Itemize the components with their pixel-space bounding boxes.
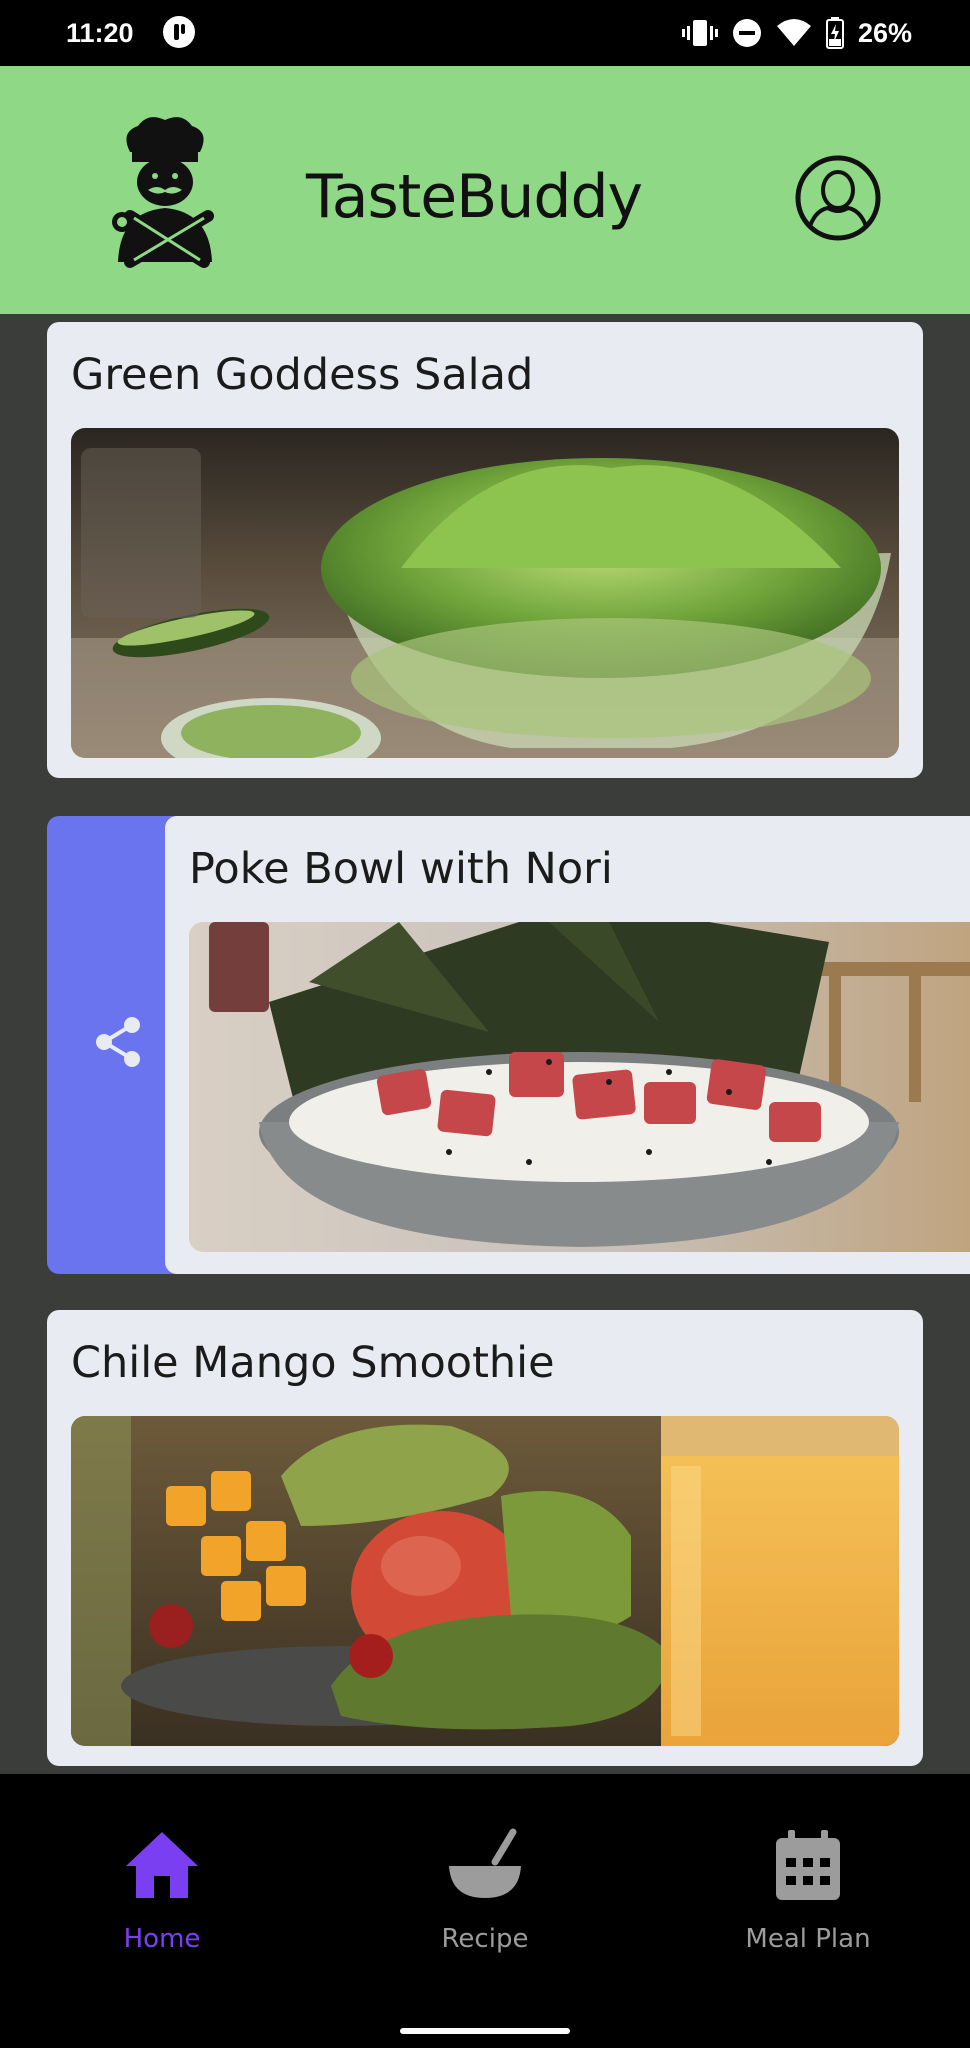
recipe-card[interactable]: Chile Mango Smoothie bbox=[47, 1310, 923, 1766]
recipe-card[interactable]: Poke Bowl with Nori bbox=[165, 816, 970, 1274]
nav-label: Recipe bbox=[441, 1924, 529, 1954]
profile-icon[interactable] bbox=[794, 154, 882, 242]
bowl-icon bbox=[449, 1828, 521, 1898]
chef-logo-icon bbox=[112, 117, 214, 268]
recipe-title: Chile Mango Smoothie bbox=[71, 1338, 555, 1388]
battery-charging-icon bbox=[825, 17, 844, 49]
nav-home[interactable]: Home bbox=[32, 1774, 292, 1994]
vibrate-icon bbox=[681, 20, 718, 46]
battery-level: 26% bbox=[857, 17, 912, 48]
chile-mango-smoothie-photo bbox=[71, 1416, 899, 1746]
nav-recipe[interactable]: Recipe bbox=[355, 1774, 615, 1994]
do-not-disturb-icon bbox=[732, 19, 761, 47]
wifi-icon bbox=[776, 19, 811, 46]
nav-meal-plan[interactable]: Meal Plan bbox=[678, 1774, 938, 1994]
home-icon bbox=[126, 1832, 198, 1898]
app-title: TasteBuddy bbox=[306, 162, 643, 232]
status-time: 11:20 bbox=[66, 18, 134, 48]
home-indicator[interactable] bbox=[400, 2028, 570, 2034]
app-header: TasteBuddy bbox=[0, 66, 970, 314]
pocket-icon bbox=[163, 16, 195, 48]
share-icon[interactable] bbox=[94, 1016, 142, 1068]
recipe-title: Green Goddess Salad bbox=[71, 350, 534, 400]
recipe-list[interactable]: Green Goddess Salad Poke Bowl with Nori … bbox=[0, 314, 970, 1774]
nav-label: Home bbox=[123, 1924, 201, 1954]
poke-bowl-photo bbox=[189, 922, 970, 1252]
bottom-navigation: Home Recipe Meal Plan bbox=[0, 1774, 970, 2048]
nav-label: Meal Plan bbox=[745, 1924, 871, 1954]
recipe-title: Poke Bowl with Nori bbox=[189, 844, 613, 894]
green-goddess-salad-photo bbox=[71, 428, 899, 758]
recipe-card[interactable]: Green Goddess Salad bbox=[47, 322, 923, 778]
calendar-icon bbox=[776, 1830, 840, 1900]
status-bar: 11:20 26% bbox=[0, 0, 970, 66]
